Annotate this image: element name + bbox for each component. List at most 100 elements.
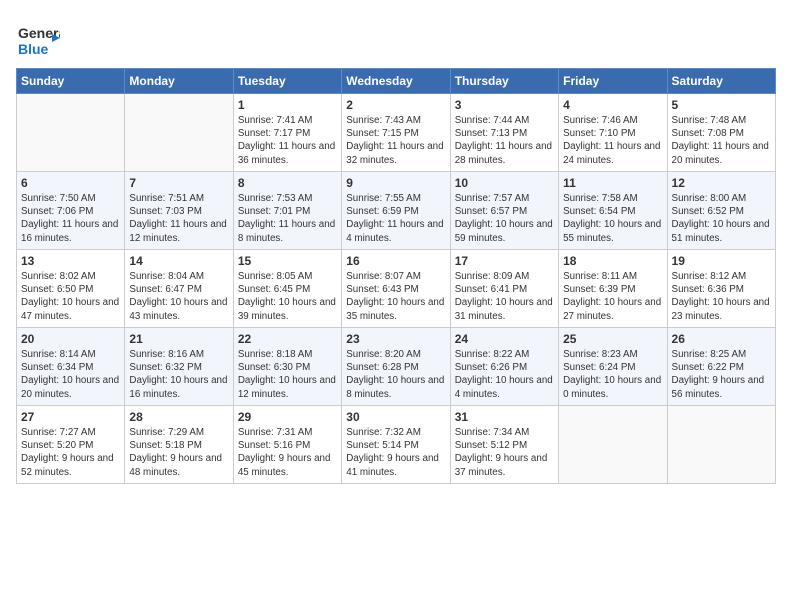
calendar-cell: 14Sunrise: 8:04 AMSunset: 6:47 PMDayligh… [125,250,233,328]
calendar-cell: 21Sunrise: 8:16 AMSunset: 6:32 PMDayligh… [125,328,233,406]
day-detail: Sunrise: 8:22 AMSunset: 6:26 PMDaylight:… [455,349,553,400]
day-number: 8 [238,176,337,190]
day-detail: Sunrise: 7:46 AMSunset: 7:10 PMDaylight:… [563,115,660,166]
calendar-cell: 17 Sunrise: 8:09 AMSunset: 6:41 PMDayligh… [450,250,558,328]
day-number: 12 [672,176,771,190]
day-detail: Sunrise: 7:43 AMSunset: 7:15 PMDaylight:… [346,115,443,166]
day-number: 30 [346,410,445,424]
weekday-header-row: SundayMondayTuesdayWednesdayThursdayFrid… [17,69,776,94]
calendar-cell: 24 Sunrise: 8:22 AMSunset: 6:26 PMDayligh… [450,328,558,406]
day-number: 24 [455,332,554,346]
calendar-cell: 19Sunrise: 8:12 AMSunset: 6:36 PMDayligh… [667,250,775,328]
day-number: 4 [563,98,662,112]
day-detail: Sunrise: 7:57 AMSunset: 6:57 PMDaylight:… [455,193,553,244]
day-detail: Sunrise: 7:48 AMSunset: 7:08 PMDaylight:… [672,115,769,166]
day-number: 13 [21,254,120,268]
calendar-cell: 13 Sunrise: 8:02 AMSunset: 6:50 PMDayligh… [17,250,125,328]
weekday-header-friday: Friday [559,69,667,94]
day-number: 5 [672,98,771,112]
logo-icon: General Blue [16,16,60,60]
day-detail: Sunrise: 8:02 AMSunset: 6:50 PMDaylight:… [21,271,119,322]
calendar-cell: 12 Sunrise: 8:00 AMSunset: 6:52 PMDayligh… [667,172,775,250]
day-detail: Sunrise: 7:51 AMSunset: 7:03 PMDaylight:… [129,193,226,244]
weekday-header-sunday: Sunday [17,69,125,94]
weekday-header-monday: Monday [125,69,233,94]
day-detail: Sunrise: 7:55 AMSunset: 6:59 PMDaylight:… [346,193,443,244]
day-number: 3 [455,98,554,112]
calendar-cell: 7 Sunrise: 7:51 AMSunset: 7:03 PMDaylight… [125,172,233,250]
calendar-week-3: 13 Sunrise: 8:02 AMSunset: 6:50 PMDayligh… [17,250,776,328]
day-number: 18 [563,254,662,268]
calendar-week-1: 1 Sunrise: 7:41 AMSunset: 7:17 PMDaylight… [17,94,776,172]
calendar-cell: 20Sunrise: 8:14 AMSunset: 6:34 PMDayligh… [17,328,125,406]
day-number: 17 [455,254,554,268]
calendar-cell: 22 Sunrise: 8:18 AMSunset: 6:30 PMDayligh… [233,328,341,406]
day-number: 15 [238,254,337,268]
calendar-cell: 4 Sunrise: 7:46 AMSunset: 7:10 PMDaylight… [559,94,667,172]
day-number: 31 [455,410,554,424]
calendar-cell [125,94,233,172]
calendar-cell: 30Sunrise: 7:32 AMSunset: 5:14 PMDayligh… [342,406,450,484]
weekday-header-saturday: Saturday [667,69,775,94]
calendar-cell: 18Sunrise: 8:11 AMSunset: 6:39 PMDayligh… [559,250,667,328]
day-detail: Sunrise: 7:44 AMSunset: 7:13 PMDaylight:… [455,115,552,166]
calendar-cell: 10 Sunrise: 7:57 AMSunset: 6:57 PMDayligh… [450,172,558,250]
calendar-cell: 9 Sunrise: 7:55 AMSunset: 6:59 PMDaylight… [342,172,450,250]
calendar-cell: 16Sunrise: 8:07 AMSunset: 6:43 PMDayligh… [342,250,450,328]
day-detail: Sunrise: 7:41 AMSunset: 7:17 PMDaylight:… [238,115,335,166]
day-number: 26 [672,332,771,346]
calendar-week-5: 27Sunrise: 7:27 AMSunset: 5:20 PMDayligh… [17,406,776,484]
day-number: 16 [346,254,445,268]
day-number: 28 [129,410,228,424]
calendar-cell: 25Sunrise: 8:23 AMSunset: 6:24 PMDayligh… [559,328,667,406]
day-detail: Sunrise: 7:34 AMSunset: 5:12 PMDaylight:… [455,427,548,478]
calendar-week-2: 6Sunrise: 7:50 AMSunset: 7:06 PMDaylight… [17,172,776,250]
day-detail: Sunrise: 8:00 AMSunset: 6:52 PMDaylight:… [672,193,770,244]
day-number: 29 [238,410,337,424]
day-detail: Sunrise: 8:18 AMSunset: 6:30 PMDaylight:… [238,349,336,400]
header: General Blue [16,16,776,60]
calendar-cell [667,406,775,484]
calendar-week-4: 20Sunrise: 8:14 AMSunset: 6:34 PMDayligh… [17,328,776,406]
day-detail: Sunrise: 7:29 AMSunset: 5:18 PMDaylight:… [129,427,222,478]
weekday-header-thursday: Thursday [450,69,558,94]
calendar-cell: 23Sunrise: 8:20 AMSunset: 6:28 PMDayligh… [342,328,450,406]
weekday-header-wednesday: Wednesday [342,69,450,94]
day-number: 9 [346,176,445,190]
day-detail: Sunrise: 8:25 AMSunset: 6:22 PMDaylight:… [672,349,765,400]
day-number: 20 [21,332,120,346]
day-detail: Sunrise: 7:50 AMSunset: 7:06 PMDaylight:… [21,193,118,244]
day-number: 11 [563,176,662,190]
day-detail: Sunrise: 8:05 AMSunset: 6:45 PMDaylight:… [238,271,336,322]
calendar-cell: 11Sunrise: 7:58 AMSunset: 6:54 PMDayligh… [559,172,667,250]
calendar-cell: 31 Sunrise: 7:34 AMSunset: 5:12 PMDayligh… [450,406,558,484]
calendar-cell: 28 Sunrise: 7:29 AMSunset: 5:18 PMDayligh… [125,406,233,484]
weekday-header-tuesday: Tuesday [233,69,341,94]
day-number: 1 [238,98,337,112]
day-detail: Sunrise: 7:53 AMSunset: 7:01 PMDaylight:… [238,193,335,244]
day-detail: Sunrise: 8:23 AMSunset: 6:24 PMDaylight:… [563,349,661,400]
day-detail: Sunrise: 8:20 AMSunset: 6:28 PMDaylight:… [346,349,444,400]
day-number: 7 [129,176,228,190]
day-number: 2 [346,98,445,112]
calendar-cell: 1 Sunrise: 7:41 AMSunset: 7:17 PMDaylight… [233,94,341,172]
calendar-cell: 29Sunrise: 7:31 AMSunset: 5:16 PMDayligh… [233,406,341,484]
svg-text:Blue: Blue [18,41,49,57]
calendar-table: SundayMondayTuesdayWednesdayThursdayFrid… [16,68,776,484]
day-detail: Sunrise: 8:09 AMSunset: 6:41 PMDaylight:… [455,271,553,322]
calendar-cell [17,94,125,172]
calendar-cell: 27Sunrise: 7:27 AMSunset: 5:20 PMDayligh… [17,406,125,484]
calendar-cell: 5 Sunrise: 7:48 AMSunset: 7:08 PMDaylight… [667,94,775,172]
day-number: 14 [129,254,228,268]
day-number: 10 [455,176,554,190]
day-number: 27 [21,410,120,424]
day-detail: Sunrise: 8:16 AMSunset: 6:32 PMDaylight:… [129,349,227,400]
day-detail: Sunrise: 8:12 AMSunset: 6:36 PMDaylight:… [672,271,770,322]
calendar-cell: 3 Sunrise: 7:44 AMSunset: 7:13 PMDaylight… [450,94,558,172]
calendar-cell: 15 Sunrise: 8:05 AMSunset: 6:45 PMDayligh… [233,250,341,328]
calendar-cell: 26 Sunrise: 8:25 AMSunset: 6:22 PMDayligh… [667,328,775,406]
day-number: 22 [238,332,337,346]
calendar-cell [559,406,667,484]
calendar-cell: 2 Sunrise: 7:43 AMSunset: 7:15 PMDaylight… [342,94,450,172]
calendar-cell: 6Sunrise: 7:50 AMSunset: 7:06 PMDaylight… [17,172,125,250]
